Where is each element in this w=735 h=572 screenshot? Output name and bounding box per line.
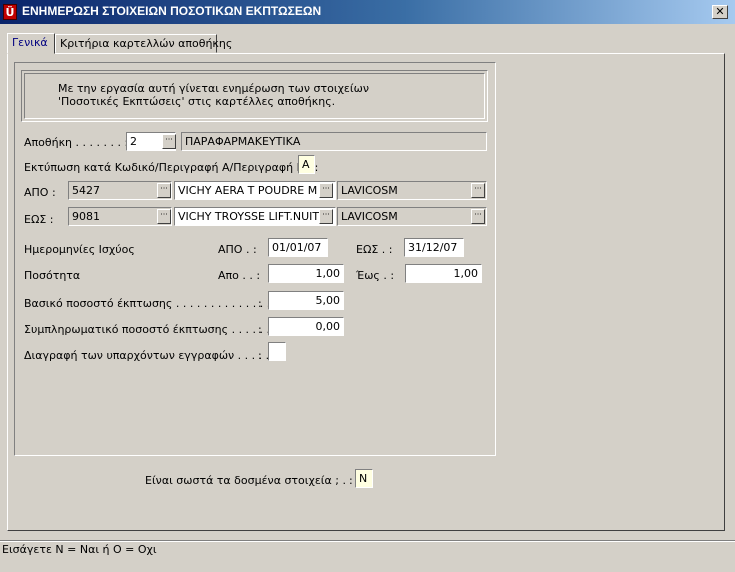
base-discount-label: Βασικό ποσοστό έκπτωσης . . . . . . . . … [24,297,278,310]
quantity-from-field[interactable]: 1,00 [268,264,344,283]
delete-existing-field[interactable] [268,342,286,361]
window: Ü ΕΝΗΜΕΡΩΣΗ ΣΤΟΙΧΕΙΩΝ ΠΟΣΟΤΙΚΩΝ ΕΚΠΤΩΣΕΩ… [0,0,735,572]
quantity-from-label: Απο . . : [218,269,261,282]
to-supplier-field[interactable]: LAVICOSM [337,207,487,226]
to-supplier-lookup-button[interactable]: ··· [471,209,485,224]
quantity-label: Ποσότητα [24,269,81,282]
to-row-label: ΕΩΣ : [24,213,54,226]
app-icon[interactable]: Ü [3,4,17,20]
info-line-2: 'Ποσοτικές Εκπτώσεις' στις καρτέλλες απο… [58,95,336,108]
from-code-lookup-button[interactable]: ··· [157,183,171,198]
status-text: Εισάγετε N = Ναι ή O = Οχι [2,543,157,556]
extra-discount-colon: : [258,323,262,336]
from-row-label: ΑΠΟ : [24,186,56,199]
from-supplier-field[interactable]: LAVICOSM [337,181,487,200]
base-discount-colon: : [258,297,262,310]
quantity-to-label: Έως . : [356,269,395,282]
confirm-field[interactable]: N [355,469,373,488]
base-discount-field[interactable]: 5,00 [268,291,344,310]
validity-from-label: ΑΠΟ . : [218,243,257,256]
validity-label: Ημερομηνίες Ισχύος [24,243,135,256]
validity-to-label: ΕΩΣ . : [356,243,393,256]
tab-warehouse-criteria[interactable]: Κριτήρια καρτελλών αποθήκης [55,34,232,53]
quantity-to-field[interactable]: 1,00 [405,264,482,283]
info-line-1: Με την εργασία αυτή γίνεται ενημέρωση τω… [58,82,369,95]
confirm-label: Είναι σωστά τα δοσμένα στοιχεία ; . [145,474,346,487]
confirm-colon: : [349,474,353,487]
status-separator [0,540,735,542]
warehouse-name-field: ΠΑΡΑΦΑΡΜΑΚΕΥΤΙΚΑ [181,132,487,151]
title-bar[interactable]: Ü ΕΝΗΜΕΡΩΣΗ ΣΤΟΙΧΕΙΩΝ ΠΟΣΟΤΙΚΩΝ ΕΚΠΤΩΣΕΩ… [0,0,735,24]
delete-existing-label: Διαγραφή των υπαρχόντων εγγραφών . . . .… [24,349,270,362]
from-description-lookup-button[interactable]: ··· [319,183,333,198]
delete-existing-colon: : [258,349,262,362]
status-bar: Εισάγετε N = Ναι ή O = Οχι [0,538,735,572]
warehouse-lookup-button[interactable]: ··· [162,134,176,149]
from-supplier-lookup-button[interactable]: ··· [471,183,485,198]
to-description-field[interactable]: VICHY TROYSSE LIFT.NUIT [174,207,336,226]
extra-discount-field[interactable]: 0,00 [268,317,344,336]
window-title: ΕΝΗΜΕΡΩΣΗ ΣΤΟΙΧΕΙΩΝ ΠΟΣΟΤΙΚΩΝ ΕΚΠΤΩΣΕΩΝ [22,4,322,18]
close-button[interactable]: ✕ [712,5,728,19]
from-description-field[interactable]: VICHY AERA T POUDRE M [174,181,336,200]
to-code-lookup-button[interactable]: ··· [157,209,171,224]
tab-general[interactable]: Γενικά [7,33,55,54]
to-description-lookup-button[interactable]: ··· [319,209,333,224]
print-by-field[interactable]: A [298,155,315,174]
warehouse-label: Αποθήκη . . . . . . . : [24,136,129,149]
print-by-label: Εκτύπωση κατά Κωδικό/Περιγραφή Α/Περιγρα… [24,161,319,174]
validity-to-field[interactable]: 31/12/07 [404,238,464,257]
validity-from-field[interactable]: 01/01/07 [268,238,328,257]
extra-discount-label: Συμπληρωματικό ποσοστό έκπτωσης . . . . … [24,323,278,336]
